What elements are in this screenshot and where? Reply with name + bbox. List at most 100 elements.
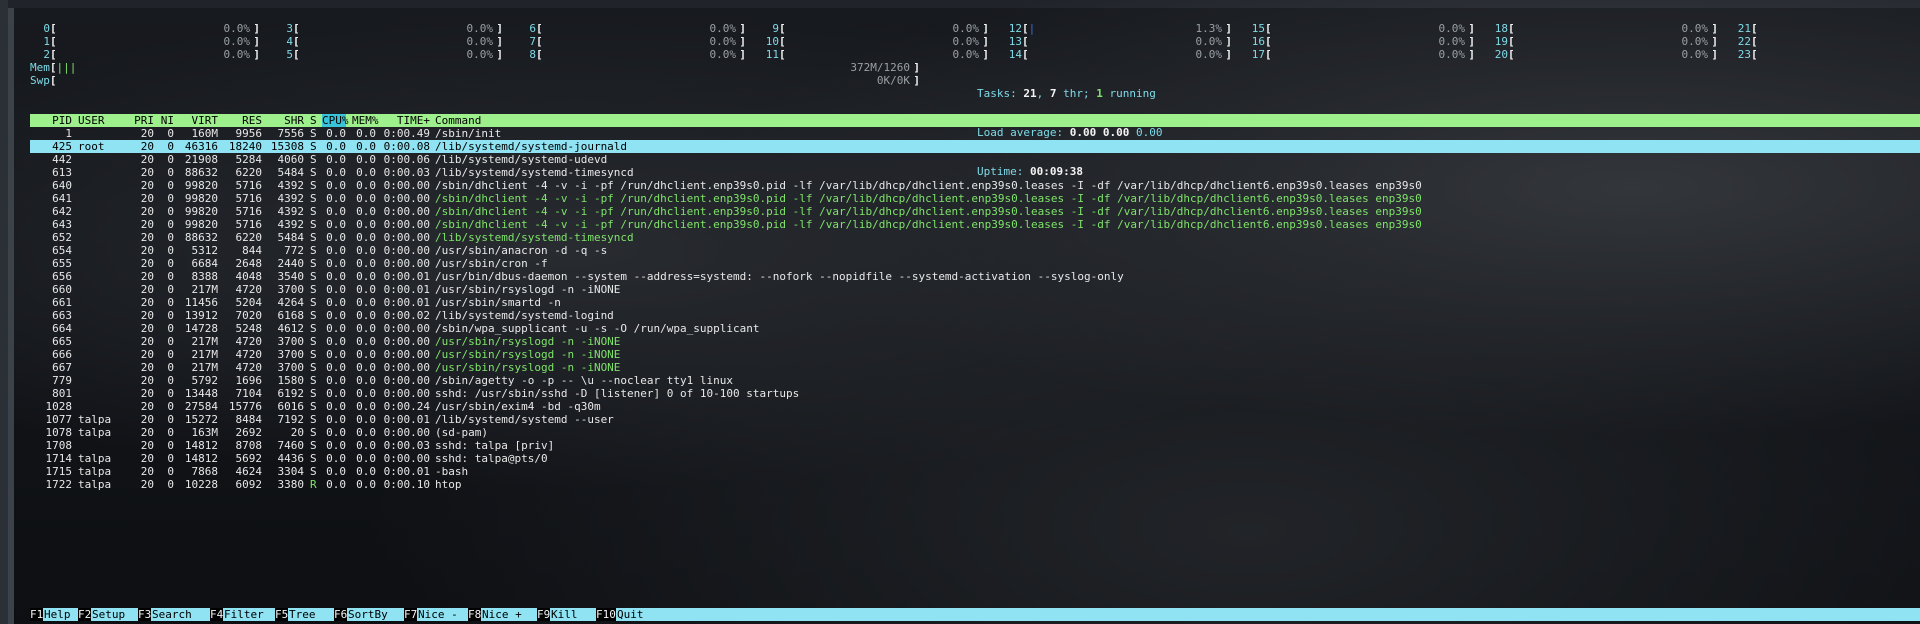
col-virt[interactable]: VIRT [178, 114, 219, 127]
fkey-f7[interactable]: F7 [404, 608, 418, 621]
process-row[interactable]: 1722 talpa 20 0 10228 6092 3380 R 0.0 0.0 0:00.10 h… [30, 478, 1920, 491]
meter-bracket-left: [ [50, 35, 57, 48]
fkey-label-quit[interactable]: Quit [617, 608, 644, 621]
process-row[interactable]: 656 20 0 8388 4048 3540 S 0.0 0.0 0:00.01/usr/bin… [30, 270, 1920, 283]
process-virt: 163M [191, 426, 219, 439]
process-row[interactable]: 1077 talpa 20 0 15272 8484 7192 S 0.0 0.0 0:00.01 /… [30, 413, 1920, 426]
process-cpu: 0.0 [326, 218, 346, 231]
process-pri: 20 [140, 452, 154, 465]
fkey-f2[interactable]: F2 [78, 608, 92, 621]
process-cpu: 0.0 [326, 426, 346, 439]
process-row[interactable]: 665 20 0 217M 4720 3700 S 0.0 0.0 0:00.00/usr/sbi… [30, 335, 1920, 348]
fkey-label-kill[interactable]: Kill [551, 608, 578, 621]
process-row[interactable]: 655 20 0 6684 2648 2440 S 0.0 0.0 0:00.00/usr/sbi… [30, 257, 1920, 270]
process-row[interactable]: 801 20 0 13448 7104 6192 S 0.0 0.0 0:00.00 sshd: /… [30, 387, 1920, 400]
process-pid: 663 [52, 309, 72, 322]
process-row[interactable]: 663 20 0 13912 7020 6168 S 0.0 0.0 0:00.02/lib/sy… [30, 309, 1920, 322]
tasks-label: Tasks: [977, 87, 1017, 100]
fkey-label-search[interactable]: Search [152, 608, 192, 621]
col-res[interactable]: RES [222, 114, 262, 127]
cpu-usage: 0.0% [223, 48, 251, 61]
process-row[interactable]: 666 20 0 217M 4720 3700 S 0.0 0.0 0:00.00/usr/sbi… [30, 348, 1920, 361]
process-virt: 7868 [191, 465, 219, 478]
process-ni: 0 [167, 192, 174, 205]
col-mem[interactable]: MEM% [352, 114, 379, 127]
process-ni: 0 [167, 309, 174, 322]
process-row[interactable]: 643 20 0 99820 5716 4392 S 0.0 0.0 0:00.00/sbin/d… [30, 218, 1920, 231]
col-pri[interactable]: PRI [132, 114, 154, 127]
fkey-f10[interactable]: F10 [596, 608, 616, 621]
fkey-label-sortby[interactable]: SortBy [348, 608, 388, 621]
process-row[interactable]: 642 20 0 99820 5716 4392 S 0.0 0.0 0:00.00/sbin/d… [30, 205, 1920, 218]
process-row[interactable]: 661 20 0 11456 5204 4264 S 0.0 0.0 0:00.01/usr/sb… [30, 296, 1920, 309]
fkey-label-help[interactable]: Help [44, 608, 71, 621]
process-row[interactable]: 1715 talpa 20 0 7868 4624 3304 S 0.0 0.0 0:00.01 -b… [30, 465, 1920, 478]
process-pid: 655 [52, 257, 72, 270]
meter-bracket-left: [ [1265, 22, 1272, 35]
process-pid: 1714 [45, 452, 73, 465]
process-cmd: sshd: talpa [priv] [435, 439, 555, 452]
process-time: 0:00.49 [383, 127, 430, 140]
cpu-meter: 16[0.0%] [1245, 35, 1475, 48]
process-row[interactable]: 654 20 0 5312 844 772 S 0.0 0.0 0:00.00/usr/sbin/… [30, 244, 1920, 257]
meter-bracket-left: [ [50, 22, 57, 35]
fkey-label-tree[interactable]: Tree [289, 608, 316, 621]
fkey-f3[interactable]: F3 [138, 608, 152, 621]
fkey-f5[interactable]: F5 [275, 608, 289, 621]
meter-bracket-right: ] [913, 74, 920, 87]
meter-bracket-left: [ [779, 22, 786, 35]
cpu-usage: 0.0% [709, 22, 737, 35]
cpu-id: 20 [1494, 48, 1508, 61]
process-pid: 1028 [45, 400, 73, 413]
process-virt: 6684 [191, 257, 219, 270]
process-row[interactable]: 1 20 0 160M 9956 7556 S 0.0 0.0 0:00.49/sbin/init [30, 127, 1920, 140]
process-row[interactable]: 425 root 20 0 46316 18240 15308 S 0.0 0.0 0:00.08 /… [30, 140, 1920, 153]
process-res: 5716 [235, 179, 263, 192]
process-row[interactable]: 613 20 0 88632 6220 5484 S 0.0 0.0 0:00.03/lib/sy… [30, 166, 1920, 179]
cpu-id: 3 [286, 22, 293, 35]
process-pri: 20 [140, 166, 154, 179]
process-res: 5716 [235, 192, 263, 205]
process-s: S [310, 348, 317, 361]
fkey-label-nice[interactable]: Nice + [482, 608, 522, 621]
process-row[interactable]: 1708 20 0 14812 8708 7460 S 0.0 0.0 0:00.03 sshd: … [30, 439, 1920, 452]
process-row[interactable]: 1714 talpa 20 0 14812 5692 4436 S 0.0 0.0 0:00.00 s… [30, 452, 1920, 465]
process-time: 0:00.00 [383, 387, 430, 400]
process-row[interactable]: 667 20 0 217M 4720 3700 S 0.0 0.0 0:00.00/usr/sbi… [30, 361, 1920, 374]
col-cpu-sorted[interactable]: CPU% [322, 114, 349, 127]
fkey-f4[interactable]: F4 [210, 608, 224, 621]
process-virt: 21908 [184, 153, 218, 166]
process-row[interactable]: 640 20 0 99820 5716 4392 S 0.0 0.0 0:00.00/sbin/d… [30, 179, 1920, 192]
col-user[interactable]: USER [78, 114, 105, 127]
process-row[interactable]: 652 20 0 88632 6220 5484 S 0.0 0.0 0:00.00/lib/sy… [30, 231, 1920, 244]
cpu-usage: 0.0% [709, 35, 737, 48]
fkey-label-setup[interactable]: Setup [92, 608, 125, 621]
meter-bracket-left: [ [1265, 35, 1272, 48]
process-row[interactable]: 1078 talpa 20 0 163M 2692 20 S 0.0 0.0 0:00.00 (sd-… [30, 426, 1920, 439]
process-row[interactable]: 641 20 0 99820 5716 4392 S 0.0 0.0 0:00.00/sbin/d… [30, 192, 1920, 205]
col-time[interactable]: TIME+ [380, 114, 430, 127]
col-shr[interactable]: SHR [264, 114, 304, 127]
fkey-f9[interactable]: F9 [537, 608, 551, 621]
process-ni: 0 [167, 205, 174, 218]
process-row[interactable]: 442 20 0 21908 5284 4060 S 0.0 0.0 0:00.06/lib/sy… [30, 153, 1920, 166]
cpu-meter: 11[0.0%] [759, 48, 989, 61]
col-state[interactable]: S [310, 114, 318, 127]
fkey-f1[interactable]: F1 [30, 608, 44, 621]
meter-bracket-left: [ [1022, 35, 1029, 48]
process-row[interactable]: 779 20 0 5792 1696 1580 S 0.0 0.0 0:00.00/sbin/ag… [30, 374, 1920, 387]
col-pid[interactable]: PID [30, 114, 72, 127]
fkey-label-nice[interactable]: Nice - [418, 608, 458, 621]
fkey-label-filter[interactable]: Filter [224, 608, 264, 621]
process-res: 4720 [235, 348, 263, 361]
terminal-window[interactable]: 0[0.0%] 1[0.0%] 2[0.0%] Mem[||| 372M/1260] Sw… [8, 8, 1920, 624]
fkey-f6[interactable]: F6 [334, 608, 348, 621]
process-cmd: /usr/sbin/rsyslogd -n -iNONE [435, 361, 621, 374]
col-command[interactable]: Command [435, 114, 481, 127]
process-row[interactable]: 1028 20 0 27584 15776 6016 S 0.0 0.0 0:00.24/usr/… [30, 400, 1920, 413]
process-pid: 643 [52, 218, 72, 231]
col-ni[interactable]: NI [158, 114, 174, 127]
process-row[interactable]: 660 20 0 217M 4720 3700 S 0.0 0.0 0:00.01/usr/sbi… [30, 283, 1920, 296]
fkey-f8[interactable]: F8 [468, 608, 482, 621]
process-row[interactable]: 664 20 0 14728 5248 4612 S 0.0 0.0 0:00.00/sbin/w… [30, 322, 1920, 335]
